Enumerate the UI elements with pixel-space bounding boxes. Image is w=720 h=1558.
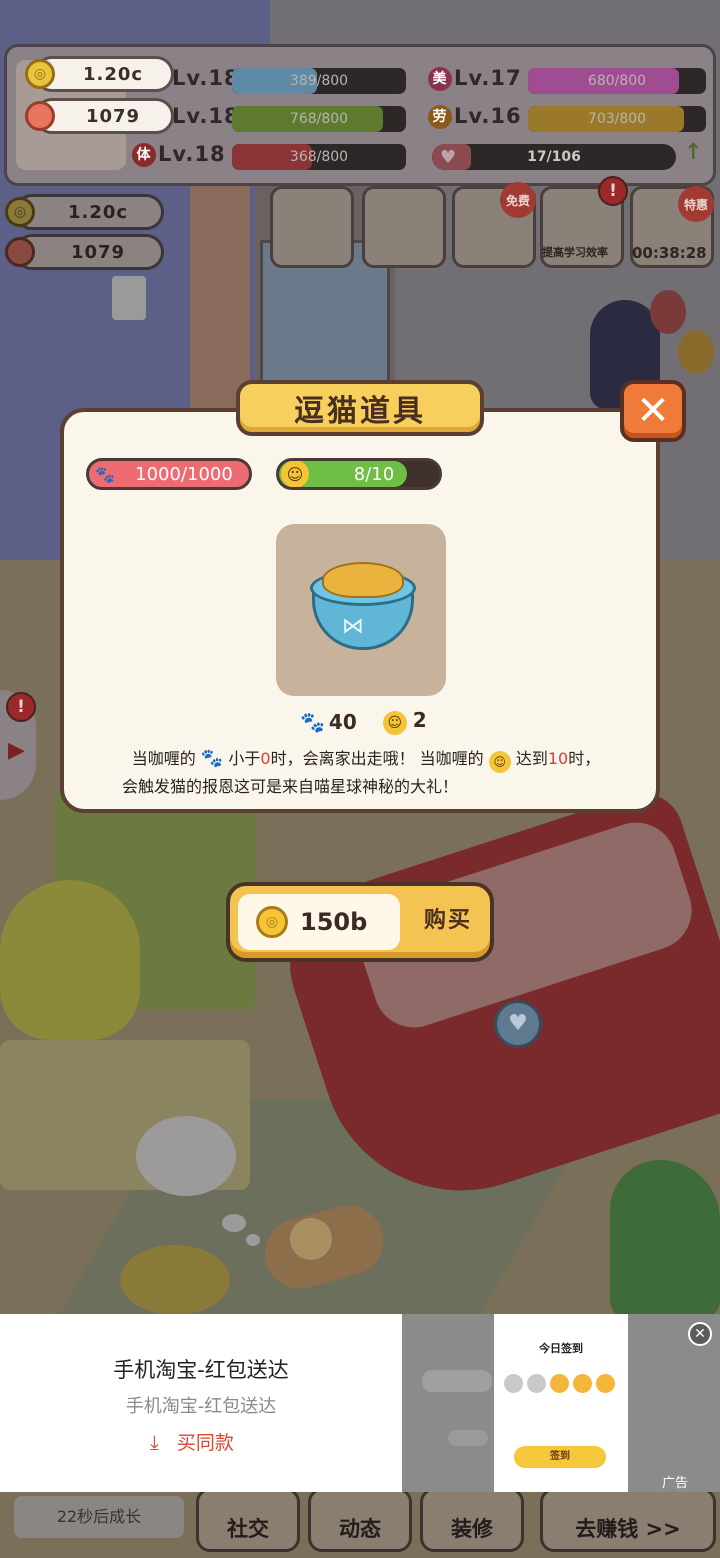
buy-button[interactable]: ◎ 150b 购买	[226, 882, 494, 962]
paw-stat: 🐾 1000/1000	[86, 458, 252, 490]
stat-bar-beauty: 680/800	[528, 68, 706, 94]
flower-icon	[25, 101, 55, 131]
stat-level-morality: Lv.18	[172, 104, 240, 128]
dinosaur-toy	[610, 1160, 720, 1320]
clipboard-button[interactable]	[362, 186, 446, 268]
thought-dot	[246, 1234, 260, 1246]
grow-timer: 22秒后成长	[14, 1496, 184, 1538]
balloon	[678, 330, 714, 374]
face-icon	[527, 1374, 546, 1393]
flower-counter: 1079	[25, 98, 174, 134]
stat-level-beauty: 美 Lv.17	[428, 66, 522, 91]
paw-icon: 🐾	[95, 464, 115, 484]
nav-feed[interactable]: 动态	[308, 1488, 412, 1552]
nav-social[interactable]: 社交	[196, 1488, 300, 1552]
stat-level-physical: 体 Lv.18	[132, 142, 226, 167]
stat-bar-labor: 703/800	[528, 106, 706, 132]
thought-dot	[222, 1214, 246, 1232]
mood-stat: ☺ 8/10	[276, 458, 442, 490]
coin-counter: ◎ 1.20c	[25, 56, 174, 92]
smile-icon: ☺	[488, 751, 511, 773]
ad-label: 广告	[662, 1476, 689, 1491]
smile-icon: ☺	[281, 461, 309, 487]
heart-plus-button[interactable]: ♥	[494, 1000, 542, 1048]
cat-food-item[interactable]: ⋈	[276, 524, 446, 696]
coin-icon: ◎	[256, 906, 288, 938]
floor-pillow	[120, 1245, 230, 1315]
ad-banner[interactable]: 手机淘宝-红包送达 手机淘宝-红包送达 ⤓ 买同款 今日签到 签到	[0, 1314, 720, 1492]
face-icon	[573, 1374, 592, 1393]
ad-subtitle: 手机淘宝-红包送达	[125, 1396, 277, 1417]
cat-face	[290, 1218, 332, 1260]
ad-close-button[interactable]: ✕	[688, 1322, 712, 1346]
heart-icon: ♥	[440, 147, 457, 168]
beanbag	[0, 880, 140, 1040]
nav-earn-money[interactable]: 去赚钱 >>	[540, 1488, 716, 1552]
face-icon	[504, 1374, 523, 1393]
flower-icon	[5, 237, 35, 267]
buy-label: 购买	[423, 908, 472, 933]
side-flower-counter: 1079	[5, 234, 164, 270]
item-paw-effect: 🐾 40	[300, 709, 357, 734]
ad-cta-button[interactable]: ⤓ 买同款	[150, 1428, 234, 1455]
alert-badge: !	[6, 692, 36, 722]
close-icon: ✕	[636, 388, 670, 434]
arrow-up-icon: ↑	[684, 140, 703, 165]
alert-badge: !	[598, 176, 628, 206]
item-description: 当咖喱的 🐾 小于0时，会离家出走哦！ 当咖喱的 ☺ 达到10时， 会触发猫的报…	[122, 748, 601, 796]
boxing-gloves-button[interactable]	[270, 186, 354, 268]
play-icon: ▶	[8, 738, 25, 763]
ad-signin-card: 今日签到 签到	[494, 1314, 628, 1492]
item-effect: 🐾 40 ☺ 2	[300, 708, 427, 735]
coin-icon: ◎	[5, 197, 35, 227]
face-icon	[550, 1374, 569, 1393]
nav-decorate[interactable]: 装修	[420, 1488, 524, 1552]
paw-icon: 🐾	[200, 748, 224, 769]
smile-icon: ☺	[382, 711, 407, 735]
study-efficiency-label: 提高学习效率	[542, 246, 608, 259]
download-icon: ⤓	[150, 1430, 159, 1454]
free-tag: 免费	[500, 182, 536, 218]
cat-food-bowl-icon: ⋈	[310, 562, 416, 656]
buy-price: 150b	[300, 908, 368, 936]
stat-bar-morality: 768/800	[232, 106, 406, 132]
fish-icon: ⋈	[342, 614, 364, 639]
face-icon	[596, 1374, 615, 1393]
dialog-title: 逗猫道具	[236, 380, 484, 436]
stat-level-labor: 劳 Lv.16	[428, 104, 522, 129]
heart-progress-bar: 17/106	[432, 144, 676, 170]
side-coin-counter: ◎ 1.20c	[5, 194, 164, 230]
cat-thought-bubble	[136, 1116, 236, 1196]
close-icon: ✕	[694, 1326, 706, 1342]
stat-bar-intelligence: 389/800	[232, 68, 406, 94]
light-switch	[112, 276, 146, 320]
item-mood-effect: ☺ 2	[382, 708, 427, 735]
ad-title: 手机淘宝-红包送达	[113, 1358, 289, 1382]
ad-image: 今日签到 签到	[402, 1314, 720, 1492]
balloon	[650, 290, 686, 334]
stat-bar-physical: 368/800	[232, 144, 406, 170]
coin-icon: ◎	[25, 59, 55, 89]
offer-timer: 00:38:28	[632, 244, 707, 262]
stat-level-intelligence: Lv.18	[172, 66, 240, 90]
special-tag: 特惠	[678, 186, 714, 222]
paw-icon: 🐾	[300, 709, 325, 734]
close-button[interactable]: ✕	[620, 380, 686, 442]
